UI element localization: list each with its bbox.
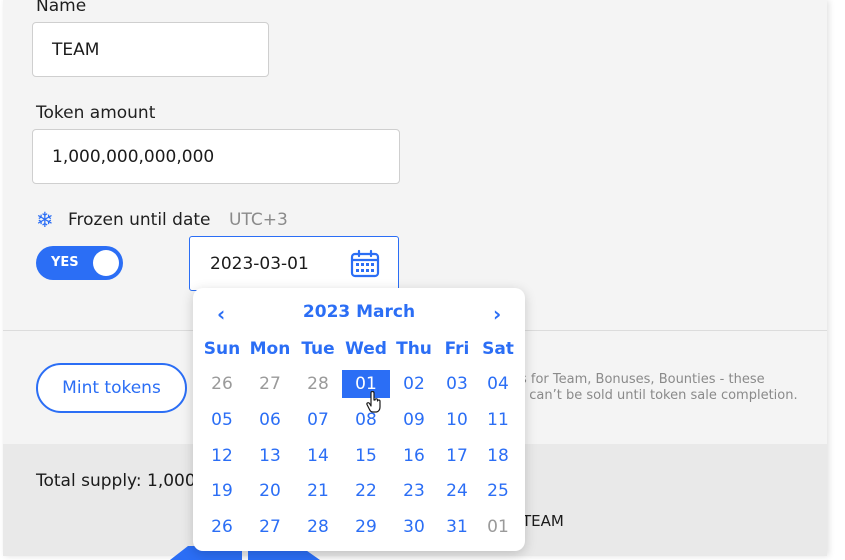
day-cell[interactable]: 26 xyxy=(198,370,246,398)
day-cell[interactable]: 05 xyxy=(198,406,246,434)
day-cell[interactable]: 28 xyxy=(294,513,342,541)
weekday-thu: Thu xyxy=(396,339,432,359)
day-cell[interactable]: 16 xyxy=(390,442,438,470)
token-amount-value: 1,000,000,000,000 xyxy=(52,146,215,167)
name-label: Name xyxy=(36,0,87,16)
weekday-sun: Sun xyxy=(203,339,241,359)
day-cell[interactable]: 27 xyxy=(246,370,294,398)
day-cell[interactable]: 14 xyxy=(294,442,342,470)
token-amount-input[interactable]: 1,000,000,000,000 xyxy=(32,129,400,184)
frozen-until-label: Frozen until date xyxy=(68,210,211,230)
weekday-sat: Sat xyxy=(482,339,514,359)
day-cell[interactable]: 28 xyxy=(294,370,342,398)
month-title[interactable]: 2023 March xyxy=(193,302,525,322)
frozen-toggle[interactable]: YES xyxy=(36,246,123,280)
day-cell[interactable]: 25 xyxy=(474,477,522,505)
note-line-2: t can’t be sold until token sale complet… xyxy=(520,388,798,403)
note-line-1: s for Team, Bonuses, Bounties - these xyxy=(520,372,765,387)
day-cell[interactable]: 29 xyxy=(342,513,390,541)
legend-team-label: TEAM xyxy=(522,512,564,530)
calendar-icon[interactable] xyxy=(350,249,380,279)
day-cell[interactable]: 19 xyxy=(198,477,246,505)
day-cell[interactable]: 01 xyxy=(474,513,522,541)
toggle-label: YES xyxy=(51,255,79,270)
day-cell[interactable]: 07 xyxy=(294,406,342,434)
day-cell[interactable]: 06 xyxy=(246,406,294,434)
day-cell[interactable]: 13 xyxy=(246,442,294,470)
weekday-tue: Tue xyxy=(301,339,335,359)
day-cell[interactable]: 18 xyxy=(474,442,522,470)
timezone-label: UTC+3 xyxy=(229,210,288,230)
name-input[interactable]: TEAM xyxy=(32,22,269,77)
next-month-button[interactable]: › xyxy=(493,302,501,326)
weekday-mon: Mon xyxy=(249,339,291,359)
day-cell[interactable]: 21 xyxy=(294,477,342,505)
day-cell[interactable]: 12 xyxy=(198,442,246,470)
weekday-wed: Wed xyxy=(345,339,387,359)
day-cell[interactable]: 23 xyxy=(390,477,438,505)
day-cell[interactable]: 22 xyxy=(342,477,390,505)
day-cell[interactable]: 15 xyxy=(342,442,390,470)
day-cell[interactable]: 20 xyxy=(246,477,294,505)
total-supply-text: Total supply: 1,000 xyxy=(36,471,196,491)
day-cell[interactable]: 02 xyxy=(390,370,438,398)
toggle-knob xyxy=(93,250,119,276)
date-picker-popup: ‹ 2023 March › Sun Mon Tue Wed Thu Fri S… xyxy=(193,288,525,551)
day-cell[interactable]: 04 xyxy=(474,370,522,398)
name-input-value: TEAM xyxy=(52,39,100,60)
hand-cursor-icon xyxy=(366,391,381,413)
day-cell[interactable]: 09 xyxy=(390,406,438,434)
day-cell[interactable]: 30 xyxy=(390,513,438,541)
mint-tokens-button[interactable]: Mint tokens xyxy=(36,363,187,413)
date-input-value: 2023-03-01 xyxy=(210,253,309,274)
token-amount-label: Token amount xyxy=(36,103,156,123)
day-cell[interactable]: 26 xyxy=(198,513,246,541)
day-cell[interactable]: 27 xyxy=(246,513,294,541)
day-cell[interactable]: 11 xyxy=(474,406,522,434)
snowflake-icon: ❄ xyxy=(36,208,54,232)
